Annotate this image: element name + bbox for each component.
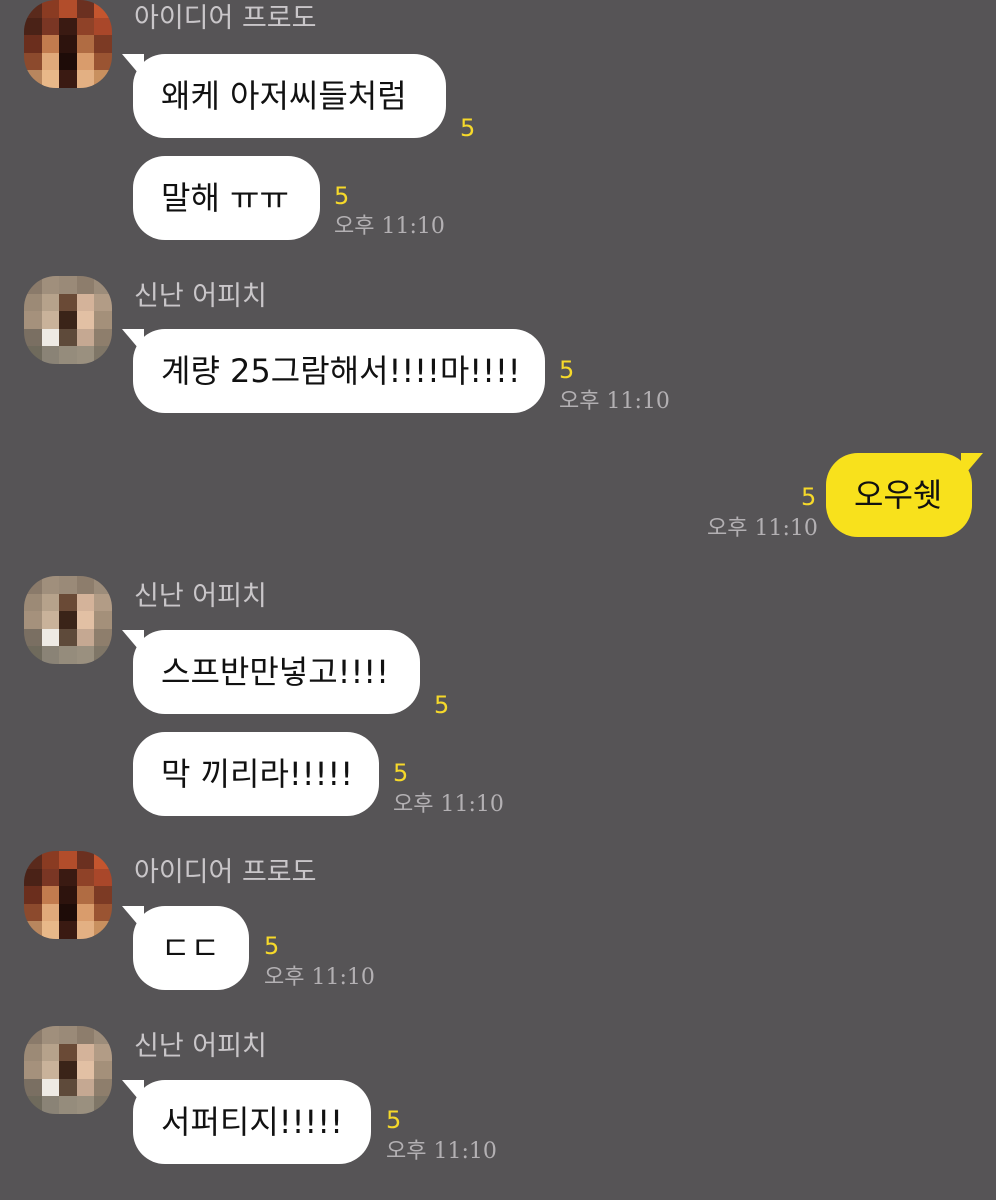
message-timestamp: 오후 11:10 (393, 792, 504, 817)
message-timestamp: 오후 11:10 (707, 516, 818, 541)
sender-name: 신난 어피치 (134, 1031, 267, 1062)
sender-name: 신난 어피치 (134, 281, 267, 312)
unread-count: 5 (559, 356, 575, 384)
sender-name: 아이디어 프로도 (134, 857, 317, 888)
unread-count: 5 (264, 932, 280, 960)
unread-count: 5 (801, 483, 817, 511)
message-timestamp: 오후 11:10 (264, 965, 375, 990)
message-bubble[interactable]: ㄷㄷ (122, 906, 249, 990)
message-timestamp: 오후 11:10 (386, 1139, 497, 1164)
avatar-apeach[interactable] (24, 276, 112, 364)
avatar-frodo[interactable] (24, 851, 112, 939)
avatar-apeach[interactable] (24, 576, 112, 664)
message-bubble[interactable]: 스프반만넣고!!!! (122, 630, 420, 714)
message-bubble[interactable]: 계량 25그람해서!!!!마!!!! (122, 329, 545, 413)
message-bubble[interactable]: 왜케 아저씨들처럼 (122, 54, 446, 138)
sender-name: 신난 어피치 (134, 581, 267, 612)
message-bubble[interactable]: 막 끼리라!!!!! (133, 732, 379, 816)
message-timestamp: 오후 11:10 (559, 389, 670, 414)
unread-count: 5 (393, 759, 409, 787)
avatar-apeach[interactable] (24, 1026, 112, 1114)
sender-name: 아이디어 프로도 (134, 3, 317, 34)
message-timestamp: 오후 11:10 (334, 214, 445, 239)
unread-count: 5 (386, 1106, 402, 1134)
message-bubble[interactable]: 서퍼티지!!!!! (122, 1080, 371, 1164)
my-message-bubble[interactable]: 오우쉣 (826, 453, 983, 537)
unread-count: 5 (460, 114, 476, 142)
message-bubble[interactable]: 말해 ㅠㅠ (133, 156, 320, 240)
unread-count: 5 (334, 182, 350, 210)
unread-count: 5 (434, 691, 450, 719)
avatar-frodo[interactable] (24, 0, 112, 88)
